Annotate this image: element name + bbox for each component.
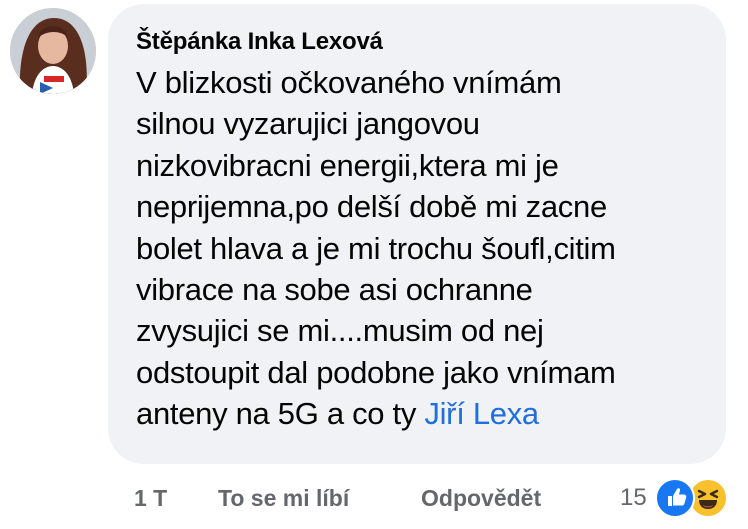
comment-line: V blizkosti očkovaného vnímám: [136, 65, 562, 100]
reply-button[interactable]: Odpovědět: [421, 481, 541, 515]
timestamp[interactable]: 1 T: [134, 481, 167, 515]
reactions-summary[interactable]: 15: [620, 477, 740, 518]
comment-line: silnou vyzarujici jangovou: [136, 106, 480, 142]
comment-line: bolet hlava a je mi trochu šoufl,citim: [136, 230, 616, 266]
comment-line-last: anteny na 5G a co ty Jiří Lexa: [136, 393, 700, 434]
comment-line-text: anteny na 5G a co ty: [136, 396, 425, 432]
comment-text: V blizkosti očkovaného vnímám silnou vyz…: [136, 62, 700, 435]
comment-author[interactable]: Štěpánka Inka Lexová: [136, 26, 700, 58]
comment-actions: 1 T To se mi líbí Odpovědět 15: [134, 478, 734, 518]
comment-line: neprijemna,po delší době mi zacne: [136, 189, 607, 225]
avatar[interactable]: [10, 8, 96, 94]
reaction-count: 15: [620, 484, 647, 511]
comment-bubble: Štěpánka Inka Lexová V blizkosti očkovan…: [108, 4, 726, 464]
like-button[interactable]: To se mi líbí: [218, 481, 349, 515]
avatar-photo: [10, 8, 96, 94]
comment-line: vibrace na sobe asi ochranne: [136, 272, 533, 308]
comment-line: zvysujici se mi....musim od nej: [136, 313, 544, 349]
mention-link[interactable]: Jiří Lexa: [424, 396, 539, 431]
like-icon: [655, 478, 695, 518]
comment-line: odstoupit dal podobne jako vnímam: [136, 354, 616, 390]
comment-line: nizkovibracni energii,ktera mi je: [136, 147, 559, 183]
